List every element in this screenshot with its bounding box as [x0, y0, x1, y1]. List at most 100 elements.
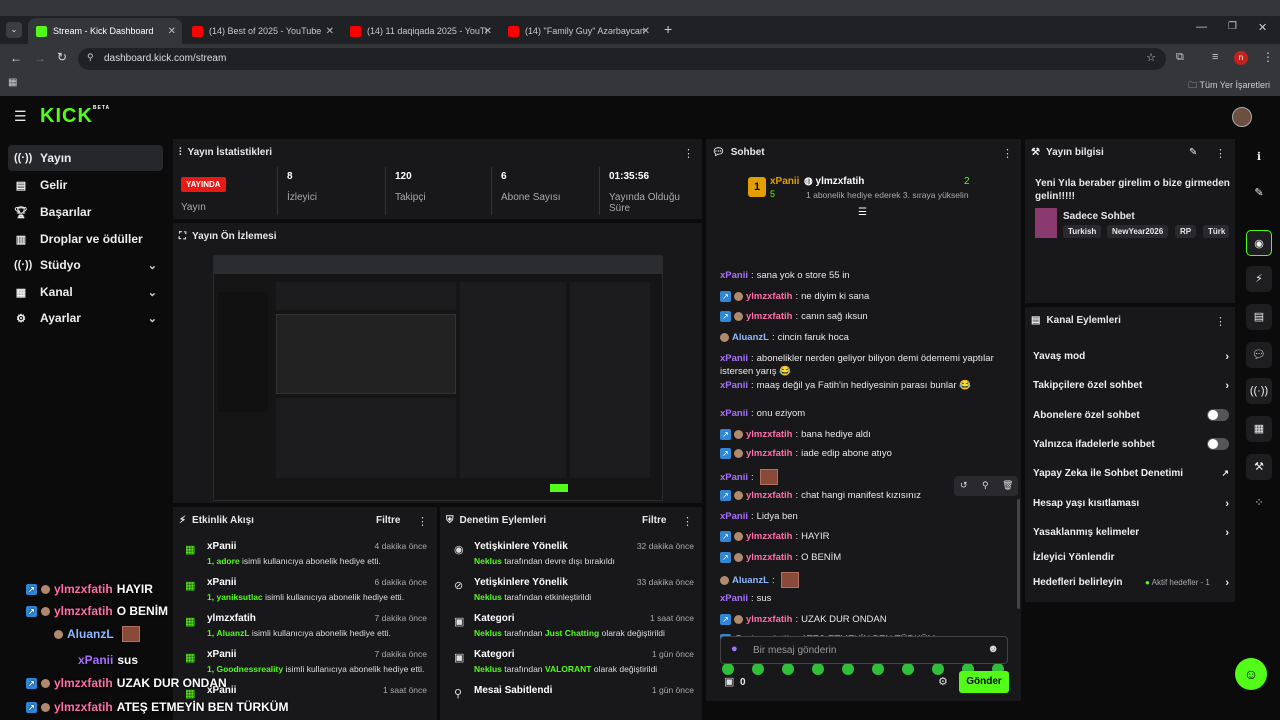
chat-message[interactable]: AluanzL: cincin faruk hoca — [720, 332, 849, 343]
more-options-icon[interactable]: ⋮ — [417, 515, 428, 528]
help-chat-button[interactable]: ☺ — [1235, 658, 1267, 690]
chat-input[interactable]: ● Bir mesaj gönderin ☻ — [720, 636, 1008, 664]
more-options-icon[interactable]: ⋮ — [1215, 315, 1226, 328]
apps-icon[interactable]: ▦ — [8, 77, 17, 88]
chat-settings-icon[interactable]: ⚙ — [938, 675, 948, 688]
chat-message[interactable]: xPanii: maaş değil ya Fatih'in hediyesini… — [720, 380, 971, 391]
chat-message[interactable]: ↗ ylmzxfatih: UZAK DUR ONDAN — [720, 614, 887, 625]
chat-icon[interactable]: 💬︎ — [1246, 342, 1272, 368]
emotes-only-toggle[interactable] — [1207, 438, 1229, 450]
emote-shortcut-icon[interactable] — [812, 663, 824, 675]
close-window-button[interactable]: ✕ — [1258, 21, 1267, 34]
chat-username[interactable]: ylmzxfatih — [746, 552, 792, 563]
site-info-icon[interactable]: ⚲ — [87, 52, 94, 63]
sidebar-item-yayin[interactable]: ((·)) Yayın — [8, 145, 163, 171]
broadcast-icon[interactable]: ((·)) — [1246, 378, 1272, 404]
chat-message[interactable]: xPanii: — [720, 469, 778, 485]
maximize-button[interactable]: ❐ — [1228, 21, 1237, 32]
chat-message[interactable]: ↗ ylmzxfatih: chat hangi manifest kızısını… — [720, 490, 921, 501]
sidebar-item-droplar[interactable]: ▥ Droplar ve ödüller — [8, 226, 163, 252]
chat-username[interactable]: xPanii — [720, 408, 748, 419]
more-options-icon[interactable]: ⋮ — [683, 147, 694, 160]
action-goals[interactable]: Hedefleri belirleyin ● Aktif hedefler - 1… — [1033, 577, 1229, 589]
chat-username[interactable]: AluanzL — [732, 332, 769, 343]
more-options-icon[interactable]: ⋮ — [1002, 147, 1013, 160]
filter-icon[interactable]: ☰ — [858, 207, 867, 218]
layout-icon[interactable]: ▦ — [1246, 416, 1272, 442]
back-icon[interactable]: ← — [10, 51, 22, 65]
chat-message[interactable]: xPanii: Lidya ben — [720, 511, 798, 522]
tab-youtube-1[interactable]: (14) Best of 2025 - YouTube ✕ — [184, 18, 340, 44]
stream-preview-video[interactable] — [213, 255, 663, 501]
sidebar-item-studyo[interactable]: ((·)) Stüdyo ⌄ — [8, 252, 163, 278]
more-options-icon[interactable]: ⋮ — [682, 515, 693, 528]
chat-message[interactable]: ↗ ylmzxfatih: iade edip abone atıyo — [720, 448, 892, 459]
tag-chip[interactable]: Türk — [1203, 225, 1229, 238]
chat-username[interactable]: xPanii — [720, 511, 748, 522]
edit-icon[interactable]: ✎ — [1189, 147, 1197, 158]
media-icon[interactable]: ≡ — [1212, 51, 1218, 63]
leaderboard-name[interactable]: ◍ ylmzxfatih — [804, 176, 864, 187]
chat-message[interactable]: AluanzL: — [720, 572, 799, 588]
sidebar-item-kanal[interactable]: ▦ Kanal ⌄ — [8, 279, 163, 305]
filter-button[interactable]: Filtre — [642, 515, 666, 526]
action-slow-mode[interactable]: Yavaş mod › — [1033, 351, 1229, 363]
close-icon[interactable]: ✕ — [642, 26, 650, 37]
all-bookmarks[interactable]: 🗀 Tüm Yer İşaretleri — [1188, 78, 1270, 94]
chat-username[interactable]: ylmzxfatih — [746, 531, 792, 542]
send-button[interactable]: Gönder — [959, 671, 1009, 693]
notes-icon[interactable]: ▤ — [1246, 304, 1272, 330]
minimize-button[interactable]: — — [1196, 21, 1207, 33]
edit-icon[interactable]: ✎ — [1246, 180, 1272, 206]
tag-chip[interactable]: Turkish — [1063, 225, 1102, 238]
chat-username[interactable]: xPanii — [720, 472, 748, 483]
tab-kick-dashboard[interactable]: Stream - Kick Dashboard ✕ — [28, 18, 182, 44]
subscribers-only-toggle[interactable] — [1207, 409, 1229, 421]
action-banned-words[interactable]: Yasaklanmış kelimeler › — [1033, 527, 1229, 539]
chat-username[interactable]: xPanii — [720, 380, 748, 391]
close-icon[interactable]: ✕ — [326, 26, 334, 37]
emote-picker-icon[interactable]: ● — [731, 643, 738, 655]
kick-logo[interactable]: KICKBETA — [40, 105, 110, 128]
tag-chip[interactable]: RP — [1175, 225, 1197, 238]
new-tab-button[interactable]: + — [664, 21, 672, 37]
emote-shortcut-icon[interactable] — [752, 663, 764, 675]
chat-message[interactable]: xPanii: sus — [720, 593, 771, 604]
tag-chip[interactable]: NewYear2026 — [1107, 225, 1169, 238]
chat-username[interactable]: xPanii — [720, 270, 748, 281]
sidebar-item-ayarlar[interactable]: ⚙ Ayarlar ⌄ — [8, 305, 163, 331]
chat-scrollbar[interactable] — [1017, 499, 1020, 609]
extensions-icon[interactable]: ⧉ — [1176, 51, 1184, 64]
chat-message[interactable]: ↗ ylmzxfatih: ne diyim ki sana — [720, 291, 869, 302]
tab-search-button[interactable]: ⌄ — [6, 22, 22, 38]
tab-youtube-3[interactable]: (14) "Family Guy" Azərbaycanca ✕ — [500, 18, 656, 44]
reload-icon[interactable]: ↻ — [57, 50, 67, 64]
action-subscribers-only[interactable]: Abonelere özel sohbet — [1033, 409, 1229, 421]
chat-message[interactable]: xPanii: abonelikler nerden geliyor biliyo… — [720, 353, 994, 364]
more-options-icon[interactable]: ⋮ — [1215, 147, 1226, 160]
action-account-age[interactable]: Hesap yaşı kısıtlaması › — [1033, 498, 1229, 510]
top-gifter-name[interactable]: xPanii — [770, 176, 799, 187]
points-icon[interactable]: ▣ — [724, 675, 734, 688]
camera-icon[interactable]: ◉ — [1246, 230, 1272, 256]
url-input[interactable]: ⚲ dashboard.kick.com/stream ☆ — [78, 48, 1166, 70]
hamburger-menu-icon[interactable]: ☰ — [14, 108, 27, 125]
chat-message[interactable]: ↗ ylmzxfatih: O BENİM — [720, 552, 841, 563]
chat-message[interactable]: xPanii: onu eziyom — [720, 408, 805, 419]
apps-icon[interactable]: ⁘ — [1246, 490, 1272, 516]
chat-message[interactable]: ↗ ylmzxfatih: bana hediye aldı — [720, 429, 871, 440]
close-icon[interactable]: ✕ — [484, 26, 492, 37]
menu-icon[interactable]: ⋮ — [1262, 50, 1274, 64]
tab-youtube-2[interactable]: (14) 11 daqiqada 2025 - YouTube ✕ — [342, 18, 498, 44]
pin-icon[interactable]: ⚲ — [982, 480, 989, 491]
chat-username[interactable]: ylmzxfatih — [746, 614, 792, 625]
action-followers-only[interactable]: Takipçilere özel sohbet › — [1033, 380, 1229, 392]
emote-shortcut-icon[interactable] — [782, 663, 794, 675]
chat-message[interactable]: xPanii: sana yok o store 55 in — [720, 270, 850, 281]
bookmark-star-icon[interactable]: ☆ — [1146, 51, 1156, 64]
sidebar-item-gelir[interactable]: ▤ Gelir — [8, 172, 163, 198]
reply-icon[interactable]: ↺ — [960, 480, 968, 491]
close-icon[interactable]: ✕ — [168, 26, 176, 37]
category-name[interactable]: Sadece Sohbet — [1063, 211, 1135, 222]
emote-shortcut-icon[interactable] — [842, 663, 854, 675]
